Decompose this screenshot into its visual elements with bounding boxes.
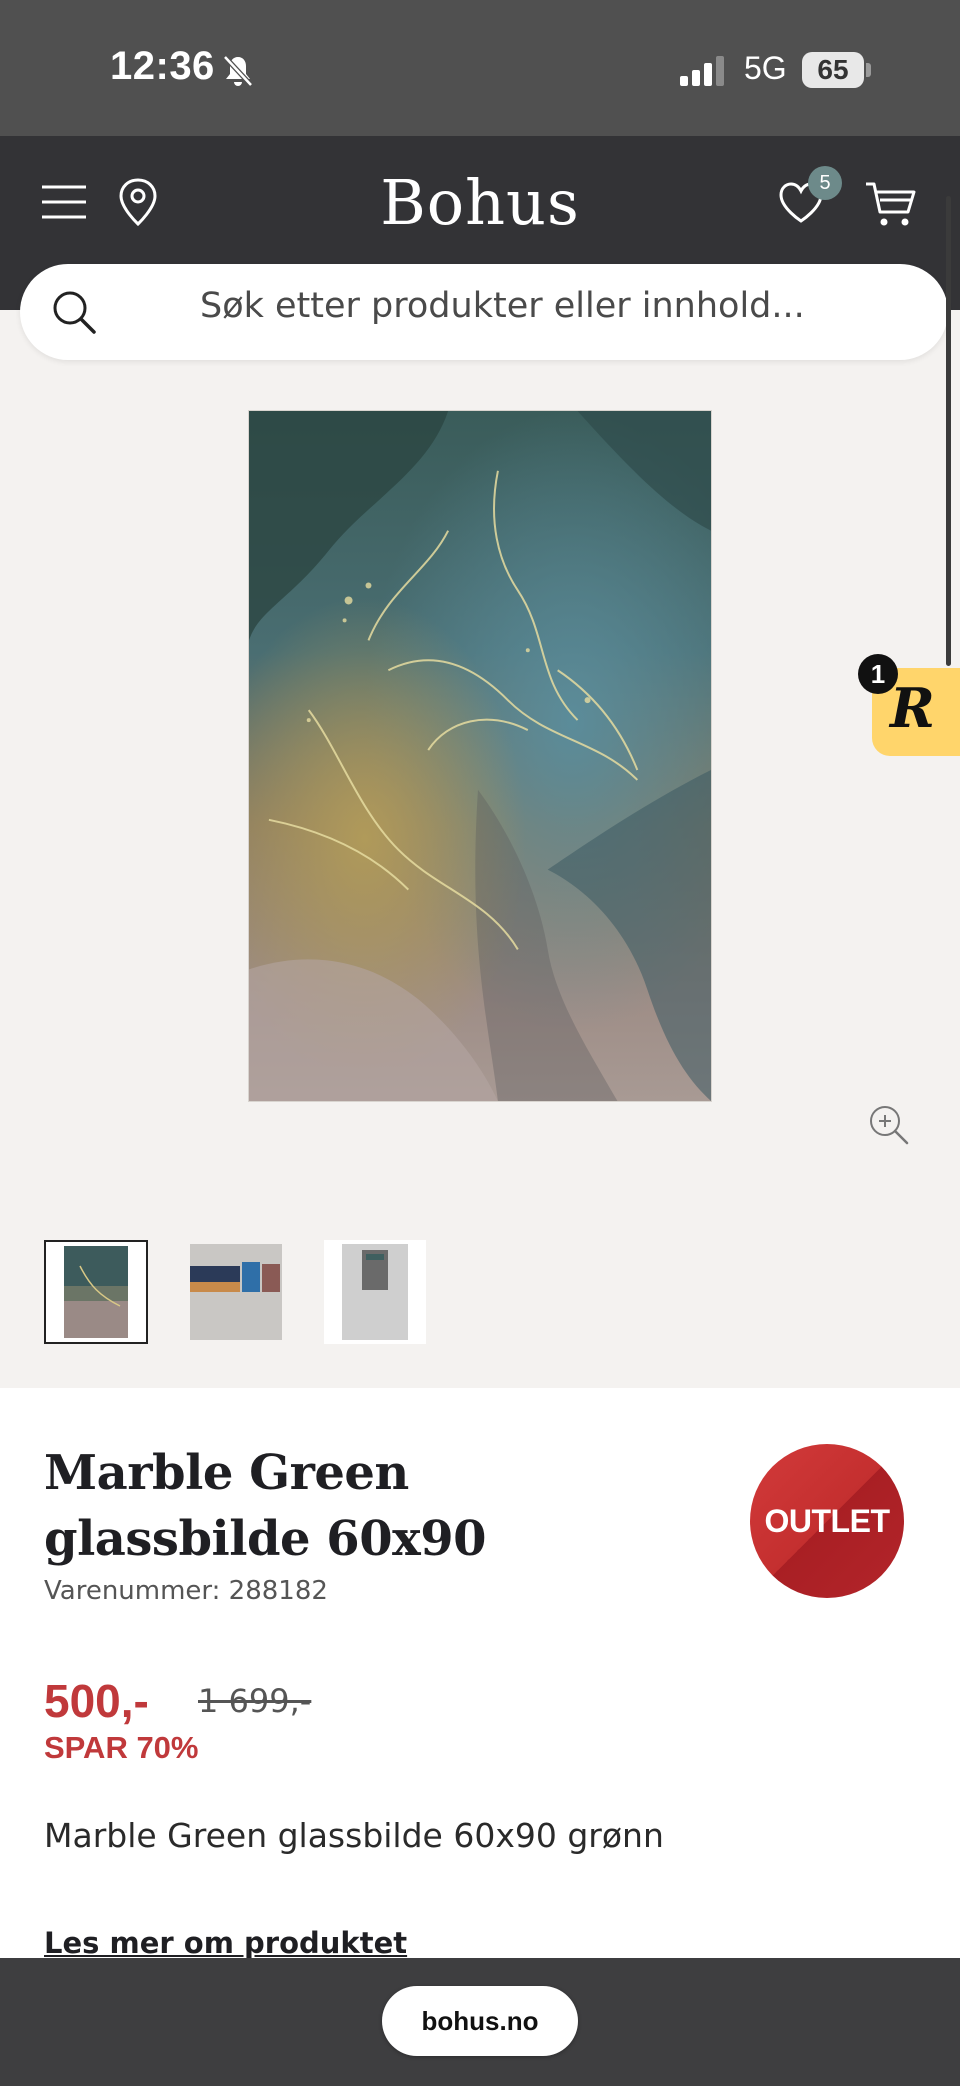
thumbnail-1[interactable] — [44, 1240, 148, 1344]
url-bar[interactable]: bohus.no — [382, 1986, 578, 2056]
search-bar[interactable] — [20, 264, 948, 360]
thumbnail-2[interactable] — [186, 1240, 286, 1344]
battery-tip — [866, 63, 871, 77]
original-price: 1 699,- — [198, 1682, 312, 1720]
thumbnail-3[interactable] — [324, 1240, 426, 1344]
battery-icon: 65 — [802, 52, 864, 88]
rating-widget-letter: R — [890, 676, 935, 740]
bell-slash-icon — [223, 55, 253, 87]
current-price: 500,- — [44, 1675, 149, 1727]
clock: 12:36 — [110, 44, 215, 88]
thumbnail-image — [342, 1244, 408, 1340]
product-title: Marble Green glassbilde 60x90 — [44, 1445, 487, 1567]
cart-icon[interactable] — [864, 180, 916, 228]
wishlist-count-badge: 5 — [808, 166, 842, 200]
zoom-in-icon[interactable] — [868, 1104, 910, 1146]
product-sku: Varenummer: 288182 — [44, 1576, 328, 1606]
product-info-panel: Marble Green glassbilde 60x90 Varenummer… — [0, 1388, 960, 1988]
search-input[interactable] — [200, 286, 900, 326]
product-description: Marble Green glassbilde 60x90 grønn — [44, 1816, 664, 1855]
thumbnail-image — [190, 1244, 282, 1340]
product-main-image[interactable] — [248, 410, 712, 1102]
thumbnail-image — [64, 1246, 128, 1338]
status-bar: 12:36 5G 65 — [0, 0, 960, 136]
savings-label: SPAR 70% — [44, 1730, 199, 1765]
browser-bottom-bar: bohus.no — [0, 1958, 960, 2086]
outlet-badge: OUTLET — [750, 1444, 904, 1598]
network-type: 5G — [744, 50, 787, 86]
scrollbar[interactable] — [946, 196, 951, 666]
read-more-link[interactable]: Les mer om produktet — [44, 1926, 407, 1960]
signal-icon — [680, 56, 724, 86]
search-icon[interactable] — [50, 288, 98, 336]
rating-widget-badge: 1 — [858, 654, 898, 694]
